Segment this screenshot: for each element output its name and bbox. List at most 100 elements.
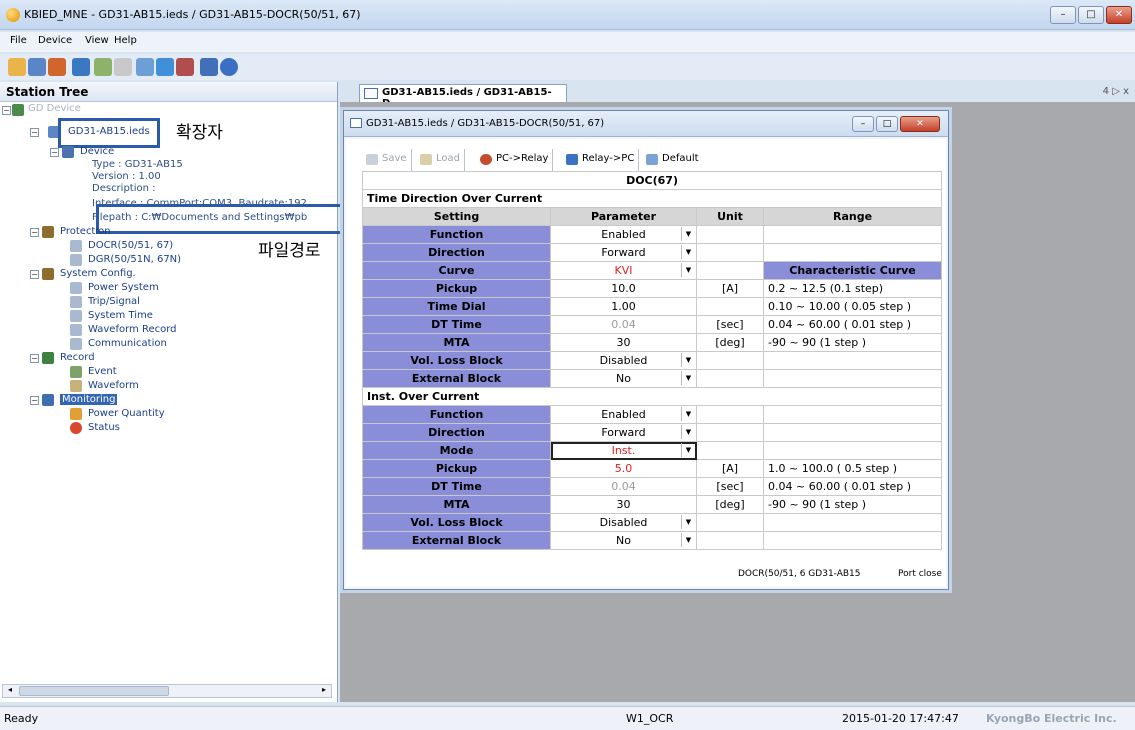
tree-device[interactable]: Device bbox=[80, 146, 114, 157]
save-button[interactable]: Save bbox=[362, 149, 412, 171]
parameter-dropdown[interactable]: Inst. ▼ bbox=[550, 441, 697, 460]
child-close-button[interactable]: ✕ bbox=[900, 116, 940, 132]
parameter-field[interactable]: 30 bbox=[550, 495, 697, 514]
tree-item-system-time[interactable]: System Time bbox=[88, 310, 153, 321]
tree-item-power-system[interactable]: Power System bbox=[88, 282, 159, 293]
help-icon[interactable] bbox=[220, 58, 238, 76]
collapse-toggle[interactable]: − bbox=[30, 128, 39, 137]
close-button[interactable]: ✕ bbox=[1106, 6, 1132, 24]
dropdown-arrow-icon[interactable]: ▼ bbox=[681, 515, 695, 529]
download-icon[interactable] bbox=[94, 58, 112, 76]
tree-item-status[interactable]: Status bbox=[88, 422, 120, 433]
maximize-button[interactable]: □ bbox=[1078, 6, 1104, 24]
collapse-toggle[interactable]: − bbox=[2, 106, 11, 115]
dropdown-arrow-icon[interactable]: ▼ bbox=[681, 227, 695, 241]
menu-file[interactable]: File bbox=[10, 35, 27, 46]
table-title: DOC(67) bbox=[361, 171, 943, 190]
tree-protection[interactable]: Protection bbox=[60, 226, 111, 237]
parameter-dropdown[interactable]: Forward ▼ bbox=[550, 243, 697, 262]
tree-record[interactable]: Record bbox=[60, 352, 95, 363]
record-icon[interactable] bbox=[176, 58, 194, 76]
collapse-toggle[interactable]: − bbox=[30, 270, 39, 279]
default-button[interactable]: Default bbox=[642, 149, 703, 171]
unit-cell bbox=[696, 243, 764, 262]
parameter-dropdown[interactable]: Enabled ▼ bbox=[550, 225, 697, 244]
unit-cell bbox=[696, 225, 764, 244]
table-row: External Block No ▼ bbox=[362, 531, 943, 550]
parameter-field[interactable]: 1.00 bbox=[550, 297, 697, 316]
tree-item-dgr[interactable]: DGR(50/51N, 67N) bbox=[88, 254, 181, 265]
tree-item-waveform[interactable]: Waveform bbox=[88, 380, 139, 391]
parameter-dropdown[interactable]: Enabled ▼ bbox=[550, 405, 697, 424]
tree-monitoring[interactable]: Monitoring bbox=[60, 394, 118, 405]
tree-item-trip-signal[interactable]: Trip/Signal bbox=[88, 296, 140, 307]
waveform-icon bbox=[70, 380, 82, 392]
tree-item-power-quantity[interactable]: Power Quantity bbox=[88, 408, 165, 419]
tree-item-waveform-record[interactable]: Waveform Record bbox=[88, 324, 177, 335]
child-maximize-button[interactable]: □ bbox=[876, 116, 898, 132]
parameter-field[interactable]: 0.04 bbox=[550, 477, 697, 496]
device-icon[interactable] bbox=[72, 58, 90, 76]
save-icon[interactable] bbox=[28, 58, 46, 76]
device-description: Description : bbox=[92, 183, 156, 194]
menu-view[interactable]: View bbox=[85, 35, 109, 46]
tree-item-communication[interactable]: Communication bbox=[88, 338, 167, 349]
parameter-dropdown[interactable]: No ▼ bbox=[550, 369, 697, 388]
setting-label: Direction bbox=[362, 243, 551, 262]
dropdown-arrow-icon[interactable]: ▼ bbox=[681, 371, 695, 385]
collapse-toggle[interactable]: − bbox=[30, 228, 39, 237]
settings-icon[interactable] bbox=[136, 58, 154, 76]
dropdown-arrow-icon[interactable]: ▼ bbox=[681, 533, 695, 547]
parameter-field[interactable]: 0.04 bbox=[550, 315, 697, 334]
menu-device[interactable]: Device bbox=[38, 35, 72, 46]
open-icon[interactable] bbox=[8, 58, 26, 76]
tree-item-event[interactable]: Event bbox=[88, 366, 117, 377]
pc-to-relay-button[interactable]: PC->Relay bbox=[476, 149, 554, 171]
dropdown-arrow-icon[interactable]: ▼ bbox=[681, 443, 695, 457]
parameter-dropdown[interactable]: Forward ▼ bbox=[550, 423, 697, 442]
unit-cell bbox=[696, 531, 764, 550]
setting-icon bbox=[70, 310, 82, 322]
tab-controls[interactable]: 4 ▷ x bbox=[1103, 86, 1129, 97]
dropdown-arrow-icon[interactable]: ▼ bbox=[681, 245, 695, 259]
scroll-thumb[interactable] bbox=[19, 686, 169, 696]
parameter-field[interactable]: 5.0 bbox=[550, 459, 697, 478]
child-minimize-button[interactable]: – bbox=[852, 116, 874, 132]
collapse-toggle[interactable]: − bbox=[30, 354, 39, 363]
connect-icon[interactable] bbox=[48, 58, 66, 76]
menu-help[interactable]: Help bbox=[114, 35, 137, 46]
range-cell bbox=[762, 441, 943, 460]
dropdown-arrow-icon[interactable]: ▼ bbox=[681, 263, 695, 277]
parameter-dropdown[interactable]: Disabled ▼ bbox=[550, 513, 697, 532]
scroll-right-icon[interactable]: ▸ bbox=[317, 685, 331, 697]
dropdown-arrow-icon[interactable]: ▼ bbox=[681, 353, 695, 367]
setting-label: External Block bbox=[362, 369, 551, 388]
setting-icon bbox=[70, 240, 82, 252]
monitor-icon[interactable] bbox=[156, 58, 174, 76]
document-tab[interactable]: GD31-AB15.ieds / GD31-AB15-D... bbox=[359, 84, 567, 109]
upload-icon[interactable] bbox=[114, 58, 132, 76]
characteristic-curve-button[interactable]: Characteristic Curve bbox=[762, 261, 943, 280]
collapse-toggle[interactable]: − bbox=[30, 396, 39, 405]
horizontal-scrollbar[interactable]: ◂ ▸ bbox=[2, 684, 332, 698]
dropdown-arrow-icon[interactable]: ▼ bbox=[681, 407, 695, 421]
parameter-dropdown[interactable]: Disabled ▼ bbox=[550, 351, 697, 370]
tree-system-config[interactable]: System Config. bbox=[60, 268, 136, 279]
parameter-field[interactable]: 30 bbox=[550, 333, 697, 352]
range-cell bbox=[762, 423, 943, 442]
tree-root[interactable]: GD Device bbox=[28, 103, 81, 114]
collapse-toggle[interactable]: − bbox=[50, 148, 59, 157]
tree-item-docr[interactable]: DOCR(50/51, 67) bbox=[88, 240, 173, 251]
parameter-dropdown[interactable]: KVI ▼ bbox=[550, 261, 697, 280]
scroll-left-icon[interactable]: ◂ bbox=[3, 685, 17, 697]
parameter-dropdown[interactable]: No ▼ bbox=[550, 531, 697, 550]
window-icon[interactable] bbox=[200, 58, 218, 76]
minimize-button[interactable]: – bbox=[1050, 6, 1076, 24]
load-button[interactable]: Load bbox=[416, 149, 465, 171]
child-status-left: DOCR(50/51, 6 GD31-AB15 bbox=[738, 569, 861, 579]
setting-label: MTA bbox=[362, 495, 551, 514]
status-icon bbox=[70, 422, 82, 434]
dropdown-arrow-icon[interactable]: ▼ bbox=[681, 425, 695, 439]
parameter-field[interactable]: 10.0 bbox=[550, 279, 697, 298]
relay-to-pc-button[interactable]: Relay->PC bbox=[562, 149, 640, 171]
